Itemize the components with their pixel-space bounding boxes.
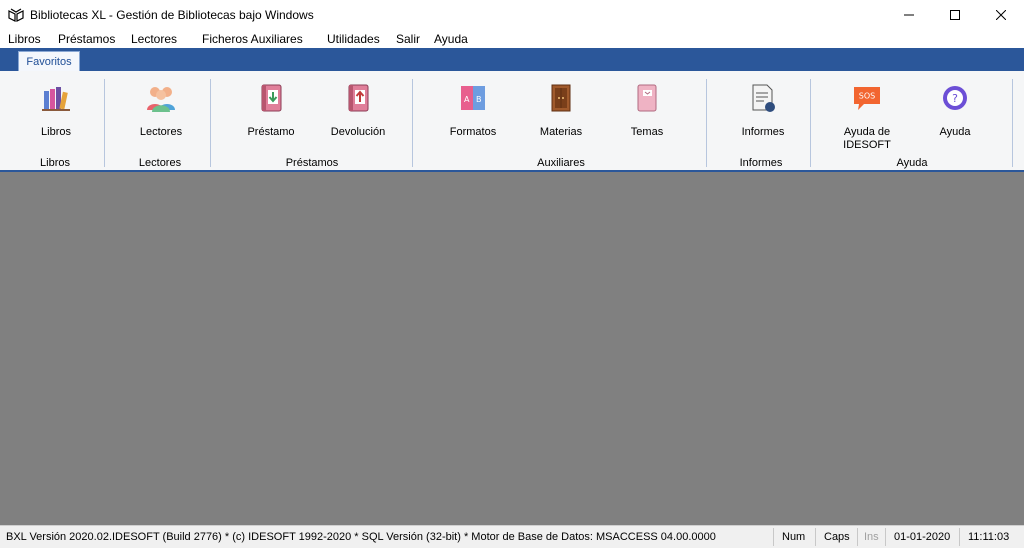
close-button[interactable] — [978, 0, 1024, 30]
devolucion-button[interactable]: Devolución — [330, 83, 386, 139]
ayuda-idesoft-label: Ayuda de IDESOFT — [843, 126, 891, 151]
menu-prestamos[interactable]: Préstamos — [58, 32, 115, 46]
separator — [706, 79, 707, 167]
prestamo-button[interactable]: Préstamo — [246, 83, 296, 139]
sos-icon: SOS — [854, 87, 880, 110]
separator — [412, 79, 413, 167]
maximize-icon — [950, 10, 960, 20]
status-time: 11:11:03 — [968, 531, 1010, 543]
status-separator — [885, 528, 886, 546]
group-label-prestamos: Préstamos — [285, 157, 339, 169]
informes-label: Informes — [741, 126, 785, 138]
status-bar: BXL Versión 2020.02.IDESOFT (Build 2776)… — [0, 525, 1024, 548]
menu-ficheros-auxiliares[interactable]: Ficheros Auxiliares — [202, 32, 303, 46]
book-checkout-icon — [261, 84, 282, 112]
users-icon — [147, 87, 175, 112]
group-label-lectores: Lectores — [138, 157, 182, 169]
status-ins: Ins — [864, 531, 879, 543]
separator — [104, 79, 105, 167]
status-version-info: BXL Versión 2020.02.IDESOFT (Build 2776)… — [6, 531, 716, 543]
menu-lectores[interactable]: Lectores — [131, 32, 177, 46]
menu-bar: Libros Préstamos Lectores Ficheros Auxil… — [0, 30, 1024, 48]
group-label-ayuda: Ayuda — [896, 157, 928, 169]
ribbon-tab-strip: Favoritos — [0, 48, 1024, 71]
window-title: Bibliotecas XL - Gestión de Bibliotecas … — [30, 8, 314, 22]
mdi-workspace — [0, 172, 1024, 525]
tab-favoritos[interactable]: Favoritos — [18, 51, 80, 71]
menu-ayuda[interactable]: Ayuda — [434, 32, 468, 46]
group-label-libros: Libros — [40, 157, 70, 169]
cabinet-icon — [551, 84, 571, 112]
prestamo-label: Préstamo — [247, 126, 295, 138]
report-icon — [752, 84, 775, 112]
close-icon — [996, 10, 1006, 20]
status-separator — [959, 528, 960, 546]
separator — [210, 79, 211, 167]
svg-text:?: ? — [952, 92, 958, 105]
lectores-button[interactable]: Lectores — [136, 83, 186, 139]
formats-icon: A B — [461, 86, 485, 110]
status-date: 01-01-2020 — [894, 531, 951, 543]
lectores-label: Lectores — [139, 126, 183, 138]
libros-button[interactable]: Libros — [33, 83, 79, 139]
ayuda-label: Ayuda — [939, 126, 971, 138]
svg-text:A: A — [464, 95, 470, 104]
menu-libros[interactable]: Libros — [8, 32, 41, 46]
book-return-icon — [348, 84, 369, 112]
minimize-icon — [904, 14, 914, 16]
status-separator — [773, 528, 774, 546]
title-bar: Bibliotecas XL - Gestión de Bibliotecas … — [0, 0, 1024, 30]
ribbon: Libros Lectores Préstamo Devolución A B … — [0, 71, 1024, 172]
materias-button[interactable]: Materias — [536, 83, 586, 139]
formatos-label: Formatos — [449, 126, 497, 138]
svg-text:B: B — [476, 95, 482, 104]
status-caps: Caps — [824, 531, 850, 543]
status-num: Num — [782, 531, 806, 543]
ayuda-button[interactable]: ? Ayuda — [930, 83, 980, 139]
status-separator — [815, 528, 816, 546]
separator — [1012, 79, 1013, 167]
devolucion-label: Devolución — [330, 126, 386, 138]
materias-label: Materias — [539, 126, 583, 138]
status-separator — [857, 528, 858, 546]
svg-text:SOS: SOS — [859, 92, 875, 101]
maximize-button[interactable] — [932, 0, 978, 30]
book-open-icon — [8, 8, 24, 22]
informes-button[interactable]: Informes — [738, 83, 788, 139]
separator — [810, 79, 811, 167]
group-label-informes: Informes — [739, 157, 783, 169]
libros-label: Libros — [41, 126, 71, 138]
topic-book-icon — [637, 84, 657, 112]
menu-utilidades[interactable]: Utilidades — [327, 32, 380, 46]
formatos-button[interactable]: A B Formatos — [448, 83, 498, 139]
group-label-auxiliares: Auxiliares — [537, 157, 585, 169]
menu-salir[interactable]: Salir — [396, 32, 420, 46]
temas-button[interactable]: Temas — [622, 83, 672, 139]
help-icon: ? — [943, 86, 967, 110]
temas-label: Temas — [630, 126, 664, 138]
minimize-button[interactable] — [886, 0, 932, 30]
books-icon — [42, 87, 70, 111]
ayuda-idesoft-button[interactable]: SOS Ayuda de IDESOFT — [836, 83, 898, 152]
